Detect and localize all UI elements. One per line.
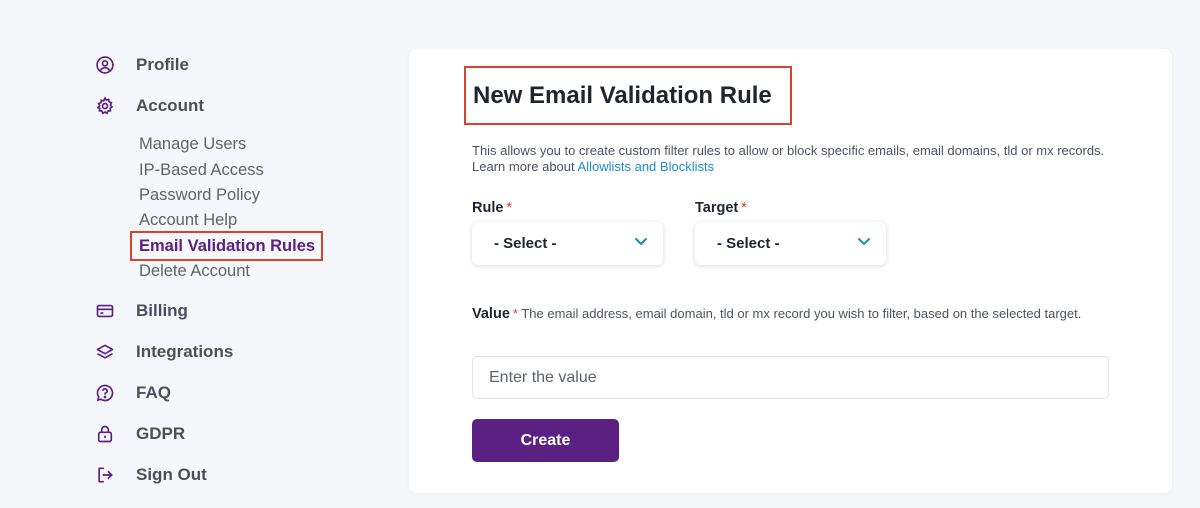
description-text: This allows you to create custom filter … bbox=[472, 143, 1105, 158]
sidebar-item-label: Account bbox=[136, 96, 204, 115]
value-input[interactable] bbox=[472, 356, 1109, 399]
rule-select[interactable]: - Select - bbox=[472, 222, 663, 265]
question-icon bbox=[94, 382, 116, 404]
sidebar-item-label: Sign Out bbox=[136, 465, 207, 484]
gear-icon bbox=[94, 95, 116, 117]
sidebar: Profile Account Manage Users IP-Based Ac… bbox=[0, 0, 400, 508]
layers-icon bbox=[94, 341, 116, 363]
chevron-down-icon bbox=[856, 233, 872, 254]
rule-select-value: - Select - bbox=[494, 235, 557, 252]
required-mark: * bbox=[512, 306, 518, 321]
value-help-text: The email address, email domain, tld or … bbox=[521, 306, 1082, 321]
sidebar-item-label: FAQ bbox=[136, 383, 171, 402]
target-label-text: Target bbox=[695, 200, 739, 216]
sidebar-item-profile[interactable]: Profile bbox=[94, 53, 189, 77]
sidebar-subitem-account-help[interactable]: Account Help bbox=[139, 210, 237, 230]
user-circle-icon bbox=[94, 54, 116, 76]
credit-card-icon bbox=[94, 300, 116, 322]
required-mark: * bbox=[506, 200, 513, 216]
lock-icon bbox=[94, 423, 116, 445]
required-mark: * bbox=[741, 200, 747, 216]
sidebar-subitem-manage-users[interactable]: Manage Users bbox=[139, 134, 246, 154]
sidebar-subitem-password-policy[interactable]: Password Policy bbox=[139, 185, 260, 205]
sidebar-item-label: Profile bbox=[136, 55, 189, 74]
sign-out-icon bbox=[94, 464, 116, 486]
target-select-value: - Select - bbox=[717, 235, 780, 252]
sidebar-subitem-delete-account[interactable]: Delete Account bbox=[139, 261, 250, 281]
sidebar-item-faq[interactable]: FAQ bbox=[94, 381, 171, 405]
sidebar-item-label: GDPR bbox=[136, 424, 186, 443]
sidebar-item-label: Integrations bbox=[136, 342, 234, 361]
create-button[interactable]: Create bbox=[472, 419, 619, 462]
sidebar-subitem-email-validation-rules[interactable]: Email Validation Rules bbox=[139, 236, 315, 256]
sidebar-item-label: Billing bbox=[136, 301, 188, 320]
page-title: New Email Validation Rule bbox=[473, 82, 772, 109]
sidebar-item-integrations[interactable]: Integrations bbox=[94, 340, 233, 364]
rule-label-text: Rule bbox=[472, 200, 504, 216]
sidebar-item-sign-out[interactable]: Sign Out bbox=[94, 463, 207, 487]
rule-label: Rule * bbox=[472, 200, 512, 216]
value-label-text: Value bbox=[472, 306, 510, 322]
sidebar-item-account[interactable]: Account bbox=[94, 94, 204, 118]
sidebar-item-billing[interactable]: Billing bbox=[94, 299, 188, 323]
sidebar-item-gdpr[interactable]: GDPR bbox=[94, 422, 185, 446]
learn-more-prefix: Learn more about bbox=[472, 159, 578, 174]
form-description: This allows you to create custom filter … bbox=[472, 143, 1112, 175]
chevron-down-icon bbox=[633, 233, 649, 254]
target-label: Target * bbox=[695, 200, 747, 216]
allowlists-blocklists-link[interactable]: Allowlists and Blocklists bbox=[578, 159, 715, 174]
target-select[interactable]: - Select - bbox=[695, 222, 886, 265]
value-field-label: Value * The email address, email domain, … bbox=[472, 295, 1112, 333]
sidebar-subitem-ip-based-access[interactable]: IP-Based Access bbox=[139, 160, 264, 180]
